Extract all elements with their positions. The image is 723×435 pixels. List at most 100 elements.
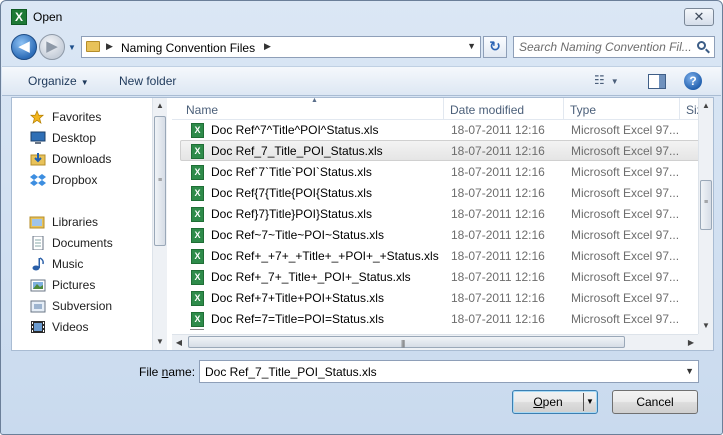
folder-icon (86, 41, 100, 52)
open-options-dropdown-icon[interactable]: ▼ (586, 391, 594, 413)
back-button[interactable]: ◀ (11, 34, 37, 60)
file-name-label-suffix: ame: (168, 365, 196, 379)
dropbox-icon (30, 174, 46, 186)
scroll-thumb[interactable]: ≡ (154, 116, 166, 246)
excel-file-icon (191, 144, 204, 159)
breadcrumb-current-folder[interactable]: Naming Convention Files (121, 41, 255, 55)
excel-file-icon (191, 270, 204, 285)
chevron-down-icon[interactable]: ▼ (611, 77, 619, 86)
nav-pane-scrollbar[interactable]: ▲ ≡ ▼ (152, 98, 167, 350)
file-name: Doc Ref}7}Title}POI}Status.xls (211, 207, 372, 221)
preview-pane-icon[interactable] (648, 74, 666, 89)
scroll-right-icon[interactable]: ▶ (684, 335, 698, 350)
scroll-up-icon[interactable]: ▲ (153, 98, 167, 114)
file-row[interactable]: Doc Ref~7~Title~POI~Status.xls 18-07-201… (180, 224, 700, 245)
new-folder-button[interactable]: New folder (119, 74, 176, 88)
open-split-button[interactable]: Open ▼ (512, 390, 598, 414)
file-row-selected[interactable]: Doc Ref_7_Title_POI_Status.xls 18-07-201… (180, 140, 700, 161)
nav-libraries[interactable]: Libraries (12, 212, 150, 232)
file-type: Microsoft Excel 97... (571, 207, 680, 221)
forward-arrow-icon: ▶ (46, 38, 58, 55)
nav-item-music[interactable]: Music (12, 254, 150, 274)
excel-file-icon (191, 186, 204, 201)
cancel-button[interactable]: Cancel (612, 390, 698, 414)
nav-item-label: Pictures (52, 278, 96, 292)
nav-item-pictures[interactable]: Pictures (12, 275, 150, 295)
file-type: Microsoft Excel 97... (571, 123, 680, 137)
file-name-combobox[interactable]: ▼ (199, 360, 699, 383)
forward-button[interactable]: ▶ (39, 34, 65, 60)
file-date: 18-07-2011 12:16 (451, 123, 545, 137)
main-area: Favorites Desktop Downloads Dropbox Libr… (11, 97, 714, 351)
file-row[interactable]: Doc Ref=7=Title=POI=Status.xls 18-07-201… (180, 308, 700, 329)
close-icon: ✕ (693, 9, 705, 24)
nav-item-documents[interactable]: Documents (12, 233, 150, 253)
file-row[interactable]: Doc Ref+7+Title+POI+Status.xls 18-07-201… (180, 287, 700, 308)
nav-favorites[interactable]: Favorites (12, 107, 150, 127)
file-date: 18-07-2011 12:16 (451, 270, 545, 284)
column-header-name[interactable]: Name (172, 98, 444, 120)
file-name-input[interactable] (203, 364, 673, 380)
file-row[interactable]: Doc Ref^7^Title^POI^Status.xls 18-07-201… (180, 119, 700, 140)
nav-item-videos[interactable]: Videos (12, 317, 150, 337)
scroll-left-icon[interactable]: ◀ (172, 335, 186, 350)
nav-item-label: Dropbox (52, 173, 98, 187)
file-list-vertical-scrollbar[interactable]: ▲ ≡ ▼ (698, 98, 713, 334)
documents-icon (32, 236, 44, 250)
file-name: Doc Ref`7`Title`POI`Status.xls (211, 165, 372, 179)
scroll-thumb[interactable]: ||| (188, 336, 625, 348)
nav-item-dropbox[interactable]: Dropbox (12, 170, 150, 190)
split-divider (583, 393, 584, 411)
views-icon: ☷ (594, 73, 605, 87)
file-name: Doc Ref+7+Title+POI+Status.xls (211, 291, 384, 305)
file-row[interactable]: Doc Ref+_+7+_+Title+_+POI+_+Status.xls 1… (180, 245, 700, 266)
nav-item-subversion[interactable]: Subversion (12, 296, 150, 316)
file-row[interactable]: Doc Ref`7`Title`POI`Status.xls 18-07-201… (180, 161, 700, 182)
column-header-date[interactable]: Date modified (444, 98, 564, 120)
address-bar[interactable]: ▶ Naming Convention Files ▶ ▼ (81, 36, 481, 58)
search-box[interactable] (513, 36, 715, 58)
close-button[interactable]: ✕ (684, 8, 714, 26)
file-row[interactable]: Doc Ref{7{Title{POI{Status.xls 18-07-201… (180, 182, 700, 203)
file-row[interactable]: Doc Ref+_7+_Title+_POI+_Status.xls 18-07… (180, 266, 700, 287)
file-row[interactable]: Doc Ref}7}Title}POI}Status.xls 18-07-201… (180, 203, 700, 224)
search-input[interactable] (517, 39, 693, 55)
scroll-down-icon[interactable]: ▼ (153, 334, 167, 350)
column-header-row: ▲ Name Date modified Type Siz (172, 98, 713, 120)
refresh-button[interactable]: ↻ (483, 36, 507, 58)
column-header-type[interactable]: Type (564, 98, 680, 120)
nav-item-downloads[interactable]: Downloads (12, 149, 150, 169)
music-icon (32, 257, 44, 271)
chevron-down-icon[interactable]: ▼ (685, 366, 694, 376)
help-icon[interactable]: ? (684, 72, 702, 90)
nav-item-label: Desktop (52, 131, 97, 145)
file-type: Microsoft Excel 97... (571, 249, 680, 263)
subversion-icon (30, 300, 46, 313)
pane-splitter[interactable] (167, 98, 171, 350)
file-date: 18-07-2011 12:16 (451, 312, 545, 326)
breadcrumb-separator-icon[interactable]: ▶ (264, 41, 271, 52)
organize-button[interactable]: Organize ▼ (28, 74, 89, 88)
file-list-horizontal-scrollbar[interactable]: ◀ ||| ▶ (172, 334, 698, 350)
nav-item-label: Downloads (52, 152, 112, 166)
address-dropdown-icon[interactable]: ▼ (467, 41, 476, 51)
change-view-button[interactable]: ☷ ▼ (594, 73, 630, 89)
scroll-down-icon[interactable]: ▼ (699, 318, 713, 334)
search-icon[interactable] (696, 40, 710, 54)
file-type: Microsoft Excel 97... (571, 228, 680, 242)
libraries-icon (29, 216, 45, 229)
scrollbar-corner (698, 334, 713, 350)
scroll-thumb[interactable]: ≡ (700, 180, 712, 230)
file-type: Microsoft Excel 97... (571, 186, 680, 200)
nav-item-desktop[interactable]: Desktop (12, 128, 150, 148)
scroll-up-icon[interactable]: ▲ (699, 98, 713, 114)
breadcrumb-separator-icon[interactable]: ▶ (106, 41, 113, 52)
star-icon (29, 110, 45, 124)
file-name-label-prefix: File (139, 365, 162, 379)
nav-libraries-label: Libraries (52, 215, 99, 229)
open-button[interactable]: Open (513, 391, 583, 413)
file-type: Microsoft Excel 97... (571, 165, 680, 179)
excel-file-icon (191, 291, 204, 306)
file-date: 18-07-2011 12:16 (451, 228, 545, 242)
recent-locations-dropdown[interactable]: ▼ (68, 43, 76, 52)
